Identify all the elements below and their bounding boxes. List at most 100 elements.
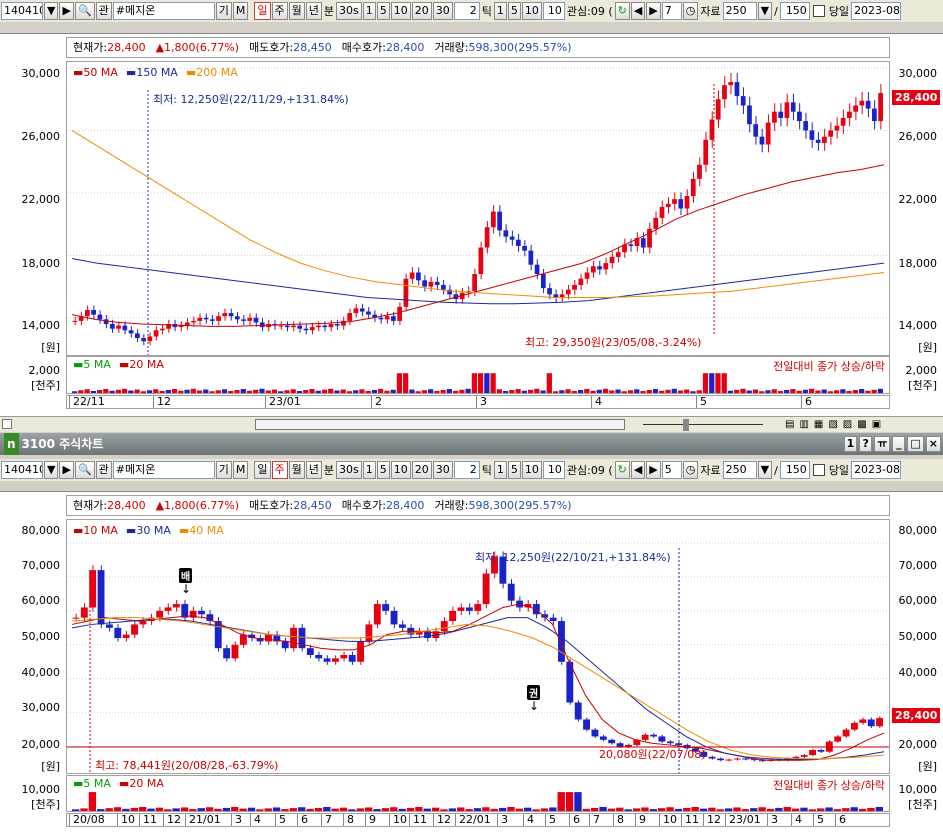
- min-5-button[interactable]: 5: [376, 461, 390, 479]
- period-week-button[interactable]: 주: [271, 461, 288, 479]
- next-icon[interactable]: ▶: [646, 2, 661, 20]
- volume-plot-daily[interactable]: ▬5 MA ▬20 MA 전일대비 종가 상승/하락: [66, 356, 890, 394]
- gwansim-label[interactable]: 관심:09 (: [566, 462, 614, 478]
- min-20-button[interactable]: 20: [411, 461, 432, 479]
- min-1-button[interactable]: 1: [362, 2, 376, 20]
- chart-scrollbar[interactable]: ▤▥▦▧▨▩▣: [0, 416, 943, 432]
- refresh-icon[interactable]: ↻: [614, 2, 630, 20]
- period-day-button[interactable]: 일: [254, 461, 271, 479]
- code-dropdown-icon[interactable]: ▼: [44, 2, 59, 20]
- tick-10-button[interactable]: 10: [521, 461, 542, 479]
- date-field[interactable]: 2023-08: [851, 461, 902, 479]
- stock-name-field[interactable]: #메지온: [112, 2, 215, 20]
- prev-icon[interactable]: ◀: [630, 461, 646, 479]
- title-btn[interactable]: ㅠ: [874, 436, 891, 452]
- volume-bar: [584, 389, 590, 393]
- n-input[interactable]: 10: [542, 2, 565, 20]
- zoom-slider-handle[interactable]: [683, 419, 689, 431]
- m-button[interactable]: M: [232, 2, 249, 20]
- period-month-button[interactable]: 월: [288, 461, 305, 479]
- volume-bar: [231, 806, 239, 811]
- minute-label: 분: [323, 464, 335, 477]
- candle-body: [640, 238, 646, 248]
- date-field[interactable]: 2023-08: [851, 2, 902, 20]
- min-20-button[interactable]: 20: [411, 2, 432, 20]
- tick-input[interactable]: 2: [453, 2, 480, 20]
- prev-icon[interactable]: ◀: [630, 2, 646, 20]
- volume-plot-weekly[interactable]: ▬5 MA ▬20 MA 전일대비 종가 상승/하락: [66, 775, 890, 812]
- price-plot-daily[interactable]: ▬50 MA ▬150 MA ▬200 MA 최저: 12,250원(22/11…: [66, 61, 890, 356]
- m-button[interactable]: M: [232, 461, 249, 479]
- min-10-button[interactable]: 10: [390, 461, 411, 479]
- candle-body: [332, 658, 339, 662]
- volume-bar: [502, 390, 509, 393]
- jaryo-select[interactable]: 250: [722, 2, 757, 20]
- tick-5-button[interactable]: 5: [507, 2, 521, 20]
- gi-button[interactable]: 기: [215, 461, 232, 479]
- tick-5-button[interactable]: 5: [507, 461, 521, 479]
- refresh-icon[interactable]: ↻: [614, 461, 630, 479]
- code-input[interactable]: 140410: [1, 2, 43, 20]
- num-input[interactable]: 5: [661, 461, 682, 479]
- volume-bar: [459, 389, 465, 393]
- jaryo-dropdown-icon[interactable]: ▼: [757, 2, 773, 20]
- minimize-icon[interactable]: _: [892, 436, 906, 452]
- min-30-button[interactable]: 30: [432, 461, 453, 479]
- min-30-button[interactable]: 30: [432, 2, 453, 20]
- price-plot-weekly[interactable]: ▬10 MA ▬30 MA ▬40 MA 최저: 12,250원(22/10/2…: [66, 519, 890, 774]
- title-btn[interactable]: 1: [843, 436, 858, 452]
- gwansim-label[interactable]: 관심:09 (: [566, 3, 614, 19]
- scroll-left-icon[interactable]: [2, 419, 12, 429]
- volume-bar: [214, 808, 222, 811]
- gwan-button[interactable]: 관: [95, 461, 112, 479]
- period-day-button[interactable]: 일: [254, 2, 271, 20]
- total-input[interactable]: 150: [779, 461, 810, 479]
- volume-bar: [371, 390, 378, 393]
- tick-10-button[interactable]: 10: [521, 2, 542, 20]
- n-input[interactable]: 10: [542, 461, 565, 479]
- next-arrow-icon[interactable]: ▶: [59, 2, 74, 20]
- stock-name-field[interactable]: #메지온: [112, 461, 215, 479]
- next-icon[interactable]: ▶: [646, 461, 661, 479]
- help-icon[interactable]: ?: [859, 436, 873, 452]
- min-1-button[interactable]: 1: [362, 461, 376, 479]
- dangil-checkbox[interactable]: [812, 464, 825, 476]
- period-year-button[interactable]: 년: [305, 2, 322, 20]
- search-icon[interactable]: 🔍: [74, 2, 95, 20]
- scroll-tool-icons[interactable]: ▤▥▦▧▨▩▣: [785, 419, 886, 430]
- dangil-checkbox[interactable]: [812, 5, 825, 17]
- candle-body: [164, 607, 172, 611]
- volume-bar: [775, 807, 783, 811]
- code-dropdown-icon[interactable]: ▼: [44, 461, 59, 479]
- tick-1-button[interactable]: 1: [493, 461, 507, 479]
- maximize-icon[interactable]: □: [907, 436, 924, 452]
- tick-1-button[interactable]: 1: [493, 2, 507, 20]
- zoom-slider-track[interactable]: [643, 424, 763, 425]
- candle-body: [265, 634, 272, 642]
- next-arrow-icon[interactable]: ▶: [59, 461, 74, 479]
- volume-bar: [534, 388, 540, 393]
- volume-bar: [278, 391, 284, 393]
- jaryo-select[interactable]: 250: [722, 461, 757, 479]
- period-week-button[interactable]: 주: [271, 2, 288, 20]
- gi-button[interactable]: 기: [215, 2, 232, 20]
- period-year-button[interactable]: 년: [305, 461, 322, 479]
- min-30s-button[interactable]: 30s: [336, 461, 362, 479]
- jaryo-dropdown-icon[interactable]: ▼: [757, 461, 773, 479]
- num-input[interactable]: 7: [661, 2, 682, 20]
- clock-icon[interactable]: ◷: [682, 2, 699, 20]
- code-input[interactable]: 140410: [1, 461, 43, 479]
- close-icon[interactable]: ×: [925, 436, 941, 452]
- min-5-button[interactable]: 5: [376, 2, 390, 20]
- search-icon[interactable]: 🔍: [74, 461, 95, 479]
- period-month-button[interactable]: 월: [288, 2, 305, 20]
- tick-input[interactable]: 2: [453, 461, 480, 479]
- gwan-button[interactable]: 관: [95, 2, 112, 20]
- min-10-button[interactable]: 10: [390, 2, 411, 20]
- candle-body: [80, 607, 88, 618]
- volume-bar: [281, 809, 289, 811]
- clock-icon[interactable]: ◷: [682, 461, 699, 479]
- min-30s-button[interactable]: 30s: [336, 2, 362, 20]
- total-input[interactable]: 150: [779, 2, 810, 20]
- scroll-thumb[interactable]: [255, 419, 625, 430]
